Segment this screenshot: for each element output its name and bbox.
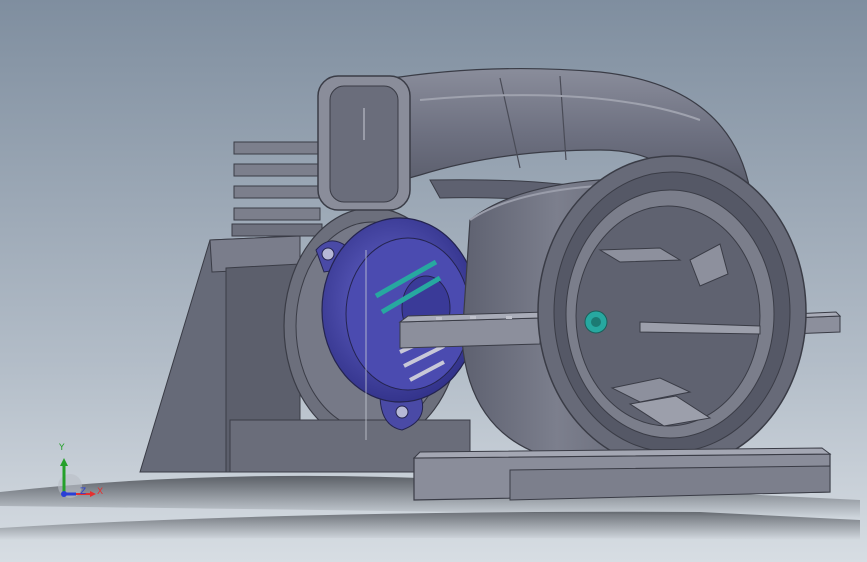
triad-z-label: Z xyxy=(80,487,87,497)
blower-3d-model[interactable] xyxy=(0,0,867,562)
reference-triad[interactable]: Y Z X xyxy=(50,436,120,506)
graphics-viewport[interactable]: Y Z X xyxy=(0,0,867,562)
triad-x-label: X xyxy=(97,487,104,497)
base-plate[interactable] xyxy=(412,447,832,501)
triad-y-label: Y xyxy=(59,443,65,453)
duct-inlet-opening[interactable] xyxy=(317,75,411,211)
